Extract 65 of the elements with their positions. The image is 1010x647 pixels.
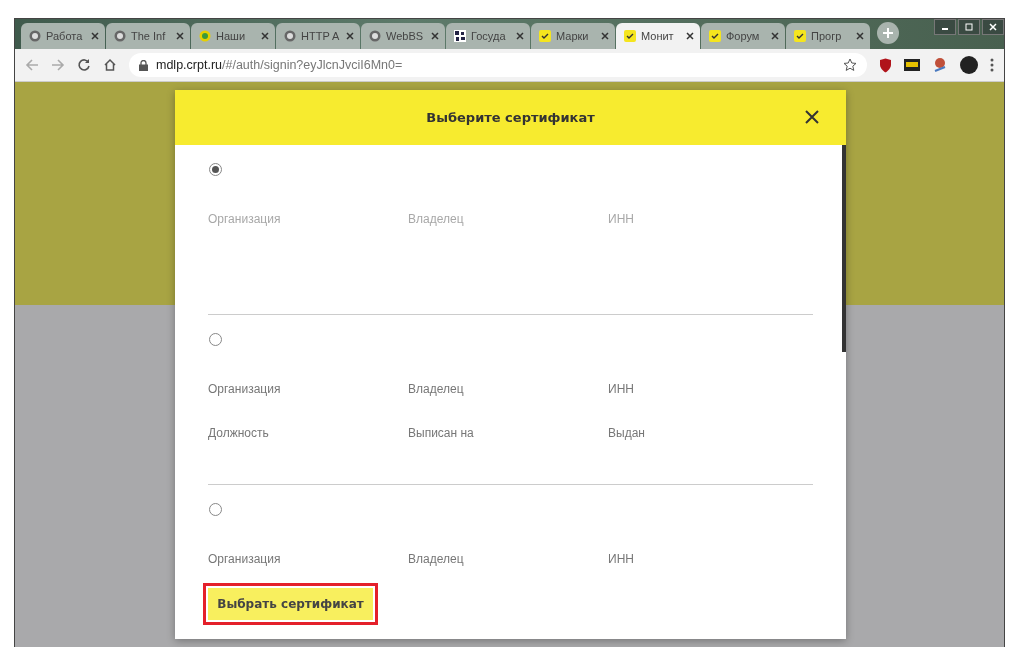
plus-icon [882,27,894,39]
extension-icon[interactable] [932,57,948,73]
globe-icon [284,30,296,42]
field-label: Должность [208,426,269,440]
close-icon[interactable] [91,32,99,40]
field-label: Владелец [408,212,464,226]
field-label: Владелец [408,382,464,396]
globe-icon [114,30,126,42]
field-label: ИНН [608,382,634,396]
close-button[interactable] [982,19,1004,35]
select-certificate-button[interactable]: Выбрать сертификат [208,588,373,620]
field-label: Владелец [408,552,464,566]
browser-tab[interactable]: Наши [191,23,275,49]
reload-icon[interactable] [77,58,91,72]
scrollbar[interactable] [842,145,846,352]
lock-icon [139,59,148,71]
close-icon[interactable] [686,32,694,40]
close-icon[interactable] [176,32,184,40]
dialog-title: Выберите сертификат [426,110,595,125]
star-icon[interactable] [843,58,857,72]
check-icon [539,30,551,42]
url-host: mdlp.crpt.ru [156,58,222,72]
field-label: Организация [208,382,281,396]
ring-icon [199,30,211,42]
browser-tab[interactable]: Госуда [446,23,530,49]
browser-tab[interactable]: WebBS [361,23,445,49]
globe-icon [29,30,41,42]
browser-tab[interactable]: HTTP A [276,23,360,49]
check-icon [709,30,721,42]
close-icon [804,109,820,125]
home-icon[interactable] [103,58,117,72]
browser-tab[interactable]: The Inf [106,23,190,49]
browser-tab[interactable]: Марки [531,23,615,49]
field-label: ИНН [608,212,634,226]
field-label: Организация [208,212,281,226]
field-label: Выписан на [408,426,474,440]
close-icon[interactable] [261,32,269,40]
pattern-icon [454,30,466,42]
browser-tab[interactable]: Монит [616,23,700,49]
close-icon[interactable] [431,32,439,40]
browser-tab[interactable]: Прогр [786,23,870,49]
new-tab-button[interactable] [877,22,899,44]
field-label: Организация [208,552,281,566]
avatar-icon[interactable] [960,56,978,74]
close-icon[interactable] [346,32,354,40]
minimize-button[interactable] [934,19,956,35]
field-label: Выдан [608,426,645,440]
close-icon[interactable] [856,32,864,40]
maximize-icon [965,23,973,31]
close-icon[interactable] [771,32,779,40]
browser-tab[interactable]: Форум [701,23,785,49]
card-icon[interactable] [904,59,920,71]
close-icon[interactable] [601,32,609,40]
close-icon[interactable] [516,32,524,40]
shield-icon[interactable] [879,57,892,73]
browser-tab[interactable]: Работа [21,23,105,49]
check-icon [624,30,636,42]
globe-icon [369,30,381,42]
close-icon [989,23,997,31]
address-bar[interactable]: mdlp.crpt.ru/#/auth/signin?eyJlcnJvciI6Mn0= [129,53,867,77]
check-icon [794,30,806,42]
url-path: /#/auth/signin?eyJlcnJvciI6Mn0= [222,58,403,72]
menu-icon[interactable] [990,58,994,72]
maximize-button[interactable] [958,19,980,35]
field-label: ИНН [608,552,634,566]
